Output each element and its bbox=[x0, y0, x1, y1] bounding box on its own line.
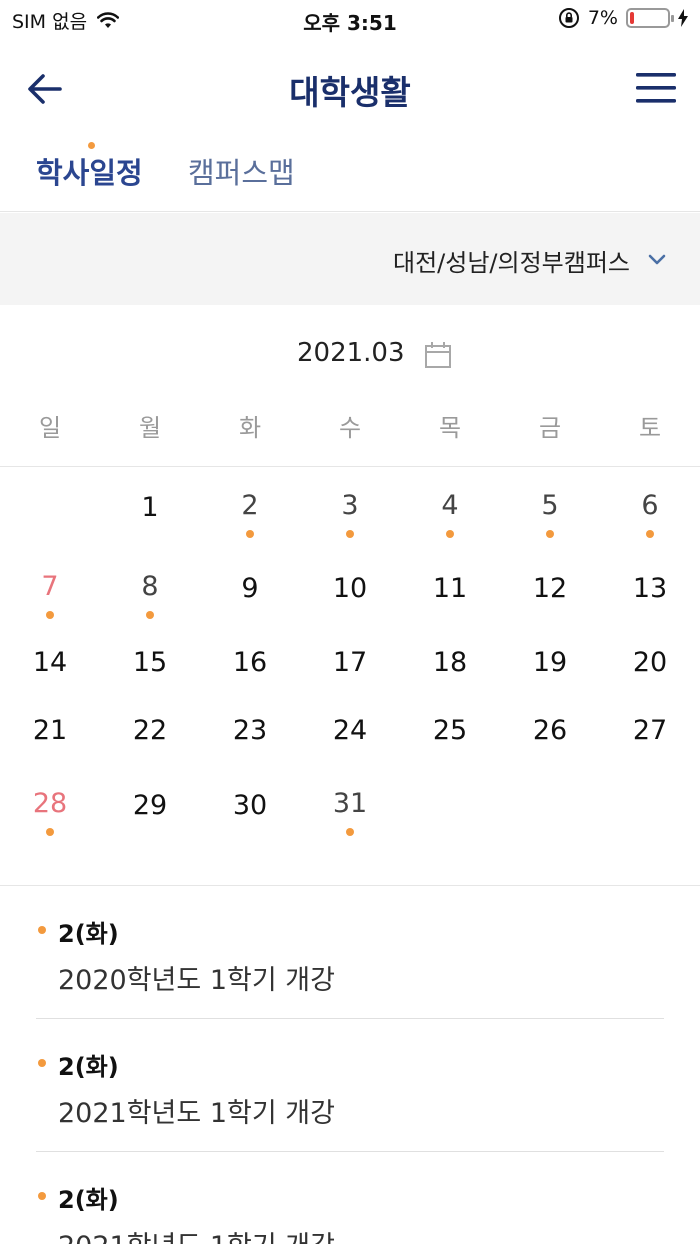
calendar-day[interactable]: 1 bbox=[100, 492, 200, 523]
calendar-day[interactable]: 19 bbox=[500, 647, 600, 678]
event-bullet bbox=[38, 1059, 46, 1067]
calendar-day[interactable]: 27 bbox=[600, 715, 700, 746]
calendar-day[interactable]: 8 bbox=[100, 571, 200, 602]
status-right: 7% bbox=[558, 7, 688, 29]
calendar-day[interactable]: 23 bbox=[200, 715, 300, 746]
tab-bar: 학사일정 캠퍼스맵 bbox=[0, 136, 700, 212]
event-date: 2(화) bbox=[58, 1186, 119, 1214]
event-dot bbox=[646, 530, 654, 538]
calendar-day[interactable]: 14 bbox=[0, 647, 100, 678]
event-date: 2(화) bbox=[58, 1053, 119, 1081]
event-title: 2021학년도 1학기 개강 bbox=[58, 1098, 335, 1129]
calendar-day[interactable]: 10 bbox=[300, 573, 400, 604]
calendar-day[interactable]: 11 bbox=[400, 573, 500, 604]
page-title: 대학생활 bbox=[289, 73, 411, 112]
status-bar: SIM 없음 오후 3:51 7% bbox=[0, 0, 700, 40]
rotation-lock-icon bbox=[558, 8, 579, 28]
weekday-sun: 일 bbox=[38, 414, 62, 442]
calendar-day[interactable]: 29 bbox=[100, 790, 200, 821]
calendar-day[interactable]: 13 bbox=[600, 573, 700, 604]
battery-level bbox=[630, 12, 634, 24]
calendar-day[interactable]: 28 bbox=[0, 788, 100, 819]
calendar-day[interactable]: 16 bbox=[200, 647, 300, 678]
calendar-day[interactable]: 22 bbox=[100, 715, 200, 746]
event-dot bbox=[546, 530, 554, 538]
calendar-day[interactable]: 31 bbox=[300, 788, 400, 819]
weekday-thu: 목 bbox=[438, 414, 462, 442]
divider bbox=[0, 466, 700, 467]
campus-selector[interactable]: 대전/성남/의정부캠퍼스 bbox=[0, 213, 700, 305]
tab-campus-map[interactable]: 캠퍼스맵 bbox=[188, 150, 295, 192]
calendar-day[interactable]: 2 bbox=[200, 490, 300, 521]
calendar-day[interactable]: 3 bbox=[300, 490, 400, 521]
calendar-day[interactable]: 7 bbox=[0, 571, 100, 602]
weekday-wed: 수 bbox=[338, 414, 362, 442]
hamburger-menu-icon[interactable] bbox=[636, 68, 676, 108]
calendar-day[interactable]: 9 bbox=[200, 573, 300, 604]
calendar-day[interactable]: 6 bbox=[600, 490, 700, 521]
event-dot bbox=[346, 828, 354, 836]
weekday-fri: 금 bbox=[538, 414, 562, 442]
calendar-day[interactable]: 30 bbox=[200, 790, 300, 821]
calendar-day[interactable]: 25 bbox=[400, 715, 500, 746]
chevron-down-icon[interactable] bbox=[646, 249, 668, 271]
calendar-day[interactable]: 15 bbox=[100, 647, 200, 678]
month-header: 2021.03 bbox=[0, 330, 700, 380]
battery-icon bbox=[626, 8, 674, 28]
calendar-day[interactable]: 4 bbox=[400, 490, 500, 521]
event-title: 2021학년도 1학기 개강 bbox=[58, 1224, 335, 1244]
event-bullet bbox=[38, 1192, 46, 1200]
event-date: 2(화) bbox=[58, 920, 119, 948]
weekday-header: 일 월 화 수 목 금 토 bbox=[0, 408, 700, 448]
battery-percent: 7% bbox=[587, 7, 618, 29]
weekday-mon: 월 bbox=[138, 414, 162, 442]
calendar-day[interactable]: 12 bbox=[500, 573, 600, 604]
weekday-tue: 화 bbox=[238, 414, 262, 442]
event-dot bbox=[46, 828, 54, 836]
calendar-day[interactable]: 17 bbox=[300, 647, 400, 678]
app-header: 대학생활 bbox=[0, 40, 700, 136]
weekday-sat: 토 bbox=[638, 414, 662, 442]
event-title: 2020학년도 1학기 개강 bbox=[58, 965, 335, 996]
campus-selector-label[interactable]: 대전/성남/의정부캠퍼스 bbox=[393, 243, 630, 278]
charging-bolt-icon bbox=[678, 9, 688, 27]
event-list-item[interactable]: 2(화) 2021학년도 1학기 개강 bbox=[36, 1019, 664, 1151]
calendar-day[interactable]: 20 bbox=[600, 647, 700, 678]
month-label[interactable]: 2021.03 bbox=[297, 338, 405, 368]
event-dot bbox=[346, 530, 354, 538]
calendar-day[interactable]: 24 bbox=[300, 715, 400, 746]
event-dot bbox=[246, 530, 254, 538]
event-bullet bbox=[38, 926, 46, 934]
calendar-day[interactable]: 21 bbox=[0, 715, 100, 746]
event-dot bbox=[146, 611, 154, 619]
calendar-icon[interactable] bbox=[423, 340, 453, 370]
calendar-day[interactable]: 26 bbox=[500, 715, 600, 746]
event-dot bbox=[46, 611, 54, 619]
tab-academic-calendar[interactable]: 학사일정 bbox=[36, 150, 143, 192]
event-dot bbox=[446, 530, 454, 538]
event-list-item[interactable]: 2(화) 2021학년도 1학기 개강 bbox=[36, 1152, 664, 1244]
tab-indicator-dot bbox=[88, 142, 95, 149]
calendar-day[interactable]: 18 bbox=[400, 647, 500, 678]
event-list-item[interactable]: 2(화) 2020학년도 1학기 개강 bbox=[36, 886, 664, 1018]
calendar-day[interactable]: 5 bbox=[500, 490, 600, 521]
